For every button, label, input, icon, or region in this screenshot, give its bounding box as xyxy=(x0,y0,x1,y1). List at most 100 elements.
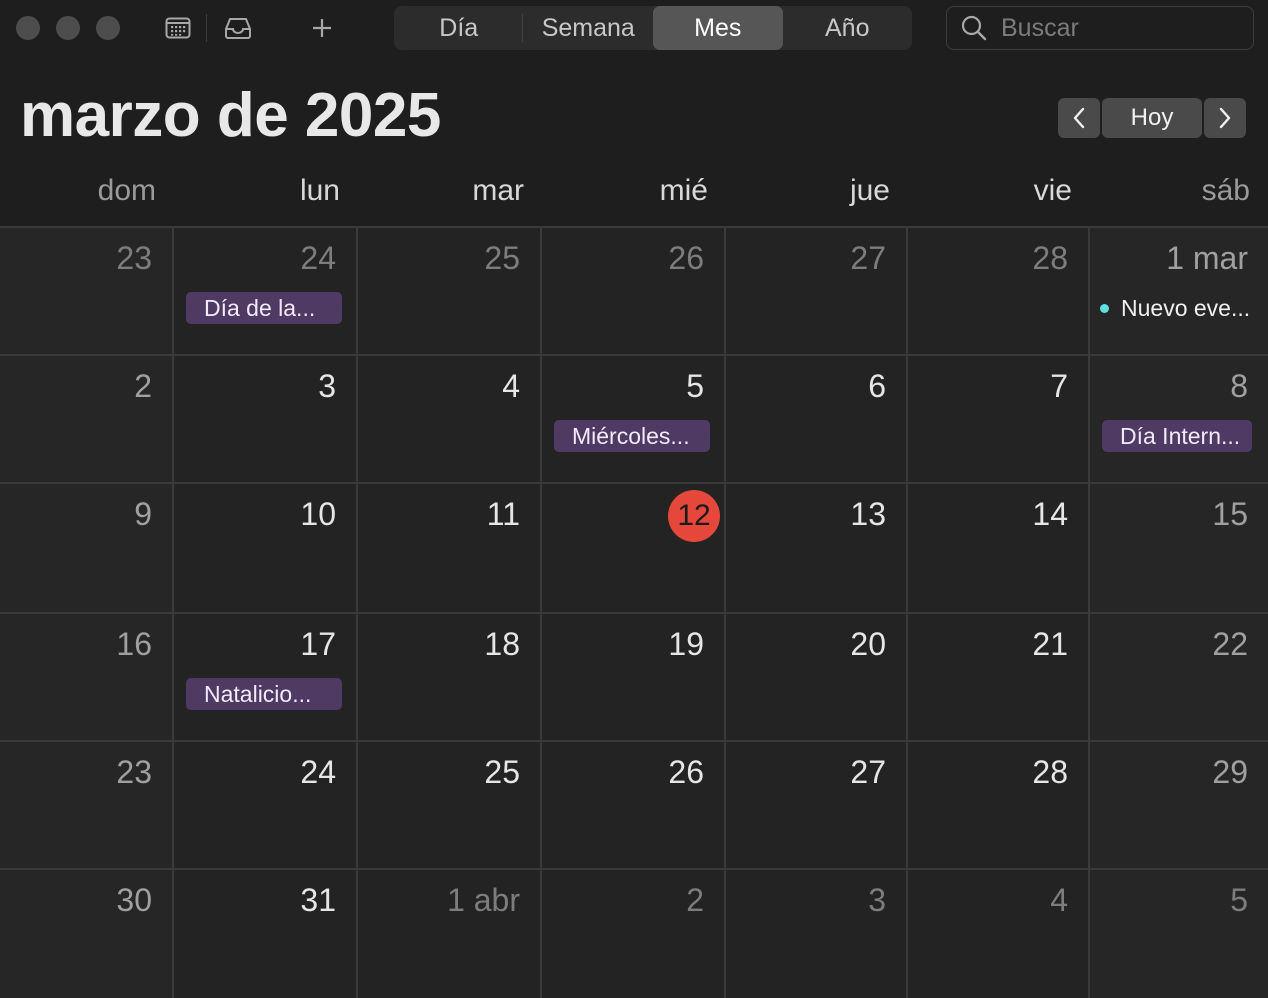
calendar-window: Día Semana Mes Año marzo de 2025 Hoy xyxy=(0,0,1268,998)
day-cell[interactable]: 28 xyxy=(908,228,1090,356)
date-number: 14 xyxy=(1032,496,1068,532)
search-icon xyxy=(959,13,989,43)
tab-year[interactable]: Año xyxy=(783,6,913,50)
today-date-number: 12 xyxy=(668,490,720,542)
date-number: 9 xyxy=(134,496,152,532)
day-cell[interactable]: 28 xyxy=(908,742,1090,870)
date-number: 18 xyxy=(484,626,520,662)
day-cell[interactable]: 5 xyxy=(1090,870,1268,998)
next-month-button[interactable] xyxy=(1204,98,1246,138)
date-number: 2 xyxy=(134,368,152,404)
inbox-icon[interactable] xyxy=(222,12,254,44)
day-cell[interactable]: 2 xyxy=(542,870,726,998)
holiday-event[interactable]: Día de la... xyxy=(186,292,342,324)
day-cell[interactable]: 4 xyxy=(908,870,1090,998)
day-cell[interactable]: 7 xyxy=(908,356,1090,484)
day-cell[interactable]: 31 xyxy=(174,870,358,998)
date-number: 31 xyxy=(300,882,336,918)
day-cell[interactable]: 26 xyxy=(542,228,726,356)
weekday-label: vie xyxy=(1033,174,1072,207)
day-cell[interactable]: 23 xyxy=(0,228,174,356)
day-cell[interactable]: 4 xyxy=(358,356,542,484)
date-number: 30 xyxy=(116,882,152,918)
day-cell[interactable]: 23 xyxy=(0,742,174,870)
month-grid: 23 24 Día de la... 25 26 27 28 1 mar Nuevo eve..… xyxy=(0,226,1268,998)
day-cell[interactable]: 20 xyxy=(726,614,908,742)
day-cell[interactable]: 6 xyxy=(726,356,908,484)
date-number: 4 xyxy=(502,368,520,404)
date-number: 4 xyxy=(1050,882,1068,918)
day-cell[interactable]: 9 xyxy=(0,484,174,614)
toolbar-separator xyxy=(206,14,207,42)
day-cell[interactable]: 24 xyxy=(174,742,358,870)
weekday-label: mar xyxy=(472,174,524,207)
plus-icon[interactable] xyxy=(306,12,338,44)
event-title: Nuevo eve... xyxy=(1121,294,1251,321)
date-number: 10 xyxy=(300,496,336,532)
date-number: 24 xyxy=(300,754,336,790)
holiday-event[interactable]: Día Intern... xyxy=(1102,420,1252,452)
chevron-left-icon xyxy=(1073,107,1085,129)
date-number: 5 xyxy=(686,368,704,404)
day-cell[interactable]: 22 xyxy=(1090,614,1268,742)
day-cell[interactable]: 17 Natalicio... xyxy=(174,614,358,742)
weekday-label: sáb xyxy=(1201,174,1250,207)
day-cell[interactable]: 5 Miércoles... xyxy=(542,356,726,484)
tab-day[interactable]: Día xyxy=(394,6,524,50)
day-cell[interactable]: 1 mar Nuevo eve... xyxy=(1090,228,1268,356)
day-cell[interactable]: 3 xyxy=(726,870,908,998)
holiday-event[interactable]: Miércoles... xyxy=(554,420,710,452)
day-cell[interactable]: 13 xyxy=(726,484,908,614)
weekday-label: dom xyxy=(97,174,156,207)
date-number: 1 abr xyxy=(447,882,520,918)
weekday-label: lun xyxy=(299,174,340,207)
holiday-event[interactable]: Natalicio... xyxy=(186,678,342,710)
day-cell[interactable]: 10 xyxy=(174,484,358,614)
date-number: 16 xyxy=(116,626,152,662)
day-cell[interactable]: 25 xyxy=(358,742,542,870)
date-number: 29 xyxy=(1212,754,1248,790)
tab-month[interactable]: Mes xyxy=(653,6,783,50)
day-cell[interactable]: 16 xyxy=(0,614,174,742)
day-cell[interactable]: 27 xyxy=(726,742,908,870)
day-cell[interactable]: 15 xyxy=(1090,484,1268,614)
day-cell[interactable]: 14 xyxy=(908,484,1090,614)
date-number: 26 xyxy=(668,754,704,790)
tab-week[interactable]: Semana xyxy=(524,6,654,50)
day-cell[interactable]: 18 xyxy=(358,614,542,742)
day-cell[interactable]: 2 xyxy=(0,356,174,484)
day-cell[interactable]: 26 xyxy=(542,742,726,870)
day-cell[interactable]: 29 xyxy=(1090,742,1268,870)
day-cell[interactable]: 8 Día Intern... xyxy=(1090,356,1268,484)
day-cell[interactable]: 3 xyxy=(174,356,358,484)
search-input[interactable] xyxy=(999,12,1243,44)
day-cell[interactable]: 30 xyxy=(0,870,174,998)
zoom-window-button[interactable] xyxy=(96,16,120,40)
date-number: 22 xyxy=(1212,626,1248,662)
date-number: 24 xyxy=(300,240,336,276)
date-number: 27 xyxy=(850,240,886,276)
toolbar: Día Semana Mes Año xyxy=(0,0,1268,56)
search-field[interactable] xyxy=(946,6,1254,50)
date-number: 1 mar xyxy=(1166,240,1248,276)
day-cell[interactable]: 24 Día de la... xyxy=(174,228,358,356)
previous-month-button[interactable] xyxy=(1058,98,1100,138)
close-window-button[interactable] xyxy=(16,16,40,40)
day-cell[interactable]: 27 xyxy=(726,228,908,356)
day-cell[interactable]: 11 xyxy=(358,484,542,614)
day-cell[interactable]: 12 xyxy=(542,484,726,614)
calendar-event[interactable]: Nuevo eve... xyxy=(1100,292,1250,324)
day-cell[interactable]: 25 xyxy=(358,228,542,356)
date-number: 20 xyxy=(850,626,886,662)
date-number: 11 xyxy=(486,496,520,532)
today-button[interactable]: Hoy xyxy=(1102,98,1202,138)
day-cell[interactable]: 21 xyxy=(908,614,1090,742)
day-cell[interactable]: 19 xyxy=(542,614,726,742)
calendar-list-icon[interactable] xyxy=(162,12,194,44)
minimize-window-button[interactable] xyxy=(56,16,80,40)
date-number: 2 xyxy=(686,882,704,918)
date-number: 21 xyxy=(1032,626,1068,662)
date-number: 15 xyxy=(1212,496,1248,532)
weekday-label: mié xyxy=(659,174,708,207)
day-cell[interactable]: 1 abr xyxy=(358,870,542,998)
